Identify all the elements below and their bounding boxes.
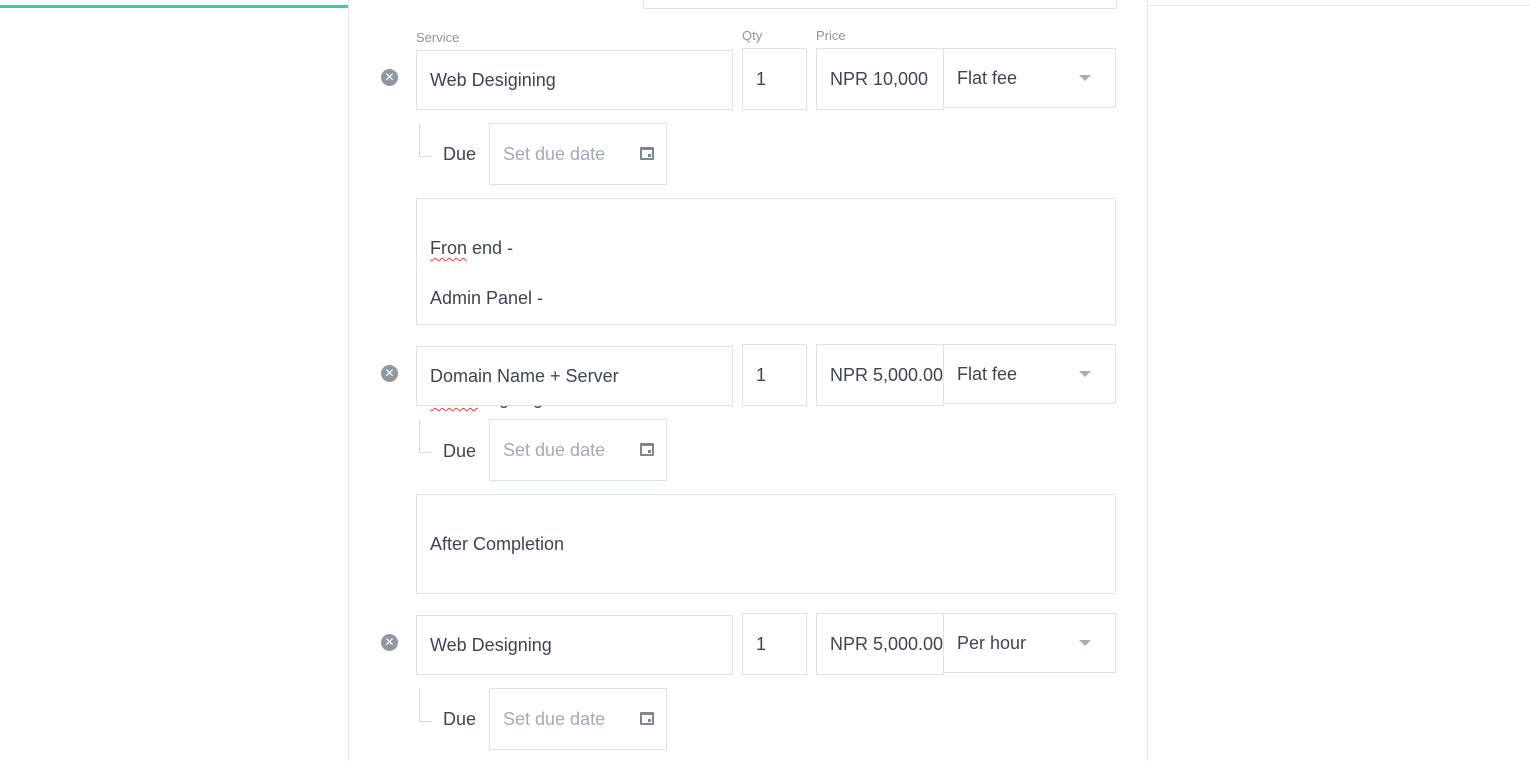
- service-input[interactable]: Web Desigining: [416, 50, 733, 110]
- calendar-icon[interactable]: [640, 147, 654, 160]
- qty-value: 1: [756, 68, 767, 89]
- price-column-label: Price: [816, 28, 846, 43]
- due-date-placeholder: Set due date: [503, 708, 606, 729]
- service-value: Domain Name + Server: [430, 365, 619, 386]
- rate-type-value: Per hour: [957, 632, 1027, 653]
- qty-column-label: Qty: [742, 28, 763, 43]
- due-label: Due: [443, 441, 477, 461]
- description-word: Fron: [430, 238, 468, 258]
- qty-input[interactable]: 1: [742, 48, 807, 110]
- chevron-down-icon: [1079, 640, 1091, 646]
- price-value: NPR 5,000.00: [830, 633, 943, 654]
- price-value: NPR 10,000: [830, 68, 929, 89]
- rate-type-select[interactable]: Flat fee: [943, 48, 1116, 108]
- description-line: After Completion: [430, 534, 565, 554]
- description-textarea[interactable]: After Completion: [416, 494, 1116, 594]
- due-date-placeholder: Set due date: [503, 439, 606, 460]
- due-date-input[interactable]: Set due date: [489, 688, 667, 750]
- description-textarea[interactable]: Fron end - Admin Panel - Proior Signing: [416, 198, 1116, 408]
- due-connector: [419, 420, 432, 453]
- description-line: Fron end -: [430, 238, 514, 258]
- description-line: Admin Panel -: [430, 288, 544, 308]
- service-value: Web Desigining: [430, 69, 556, 90]
- due-date-input[interactable]: Set due date: [489, 123, 667, 185]
- remove-item-icon[interactable]: ✕: [381, 634, 398, 651]
- previous-field[interactable]: [643, 0, 1117, 9]
- qty-input[interactable]: 1: [742, 344, 807, 406]
- due-label: Due: [443, 144, 477, 164]
- price-value: NPR 5,000.00: [830, 364, 943, 385]
- due-date-placeholder: Set due date: [503, 143, 606, 164]
- chevron-down-icon: [1079, 75, 1091, 81]
- price-input[interactable]: NPR 5,000.00: [816, 613, 944, 675]
- service-column-label: Service: [416, 30, 460, 45]
- due-label: Due: [443, 709, 477, 729]
- qty-value: 1: [756, 364, 767, 385]
- due-date-input[interactable]: Set due date: [489, 419, 667, 481]
- chevron-down-icon: [1079, 371, 1091, 377]
- due-connector: [419, 689, 432, 722]
- price-input[interactable]: NPR 5,000.00: [816, 344, 944, 406]
- service-input[interactable]: Domain Name + Server: [416, 346, 733, 406]
- due-connector: [419, 124, 432, 157]
- qty-value: 1: [756, 633, 767, 654]
- qty-input[interactable]: 1: [742, 613, 807, 675]
- price-input[interactable]: NPR 10,000: [816, 48, 944, 110]
- rate-type-value: Flat fee: [957, 363, 1018, 384]
- rate-type-select[interactable]: Flat fee: [943, 344, 1116, 404]
- calendar-icon[interactable]: [640, 712, 654, 725]
- calendar-icon[interactable]: [640, 443, 654, 456]
- remove-item-icon[interactable]: ✕: [381, 365, 398, 382]
- service-value: Web Designing: [430, 634, 552, 655]
- rate-type-select[interactable]: Per hour: [943, 613, 1116, 673]
- rate-type-value: Flat fee: [957, 67, 1018, 88]
- remove-item-icon[interactable]: ✕: [381, 69, 398, 86]
- service-input[interactable]: Web Designing: [416, 615, 733, 675]
